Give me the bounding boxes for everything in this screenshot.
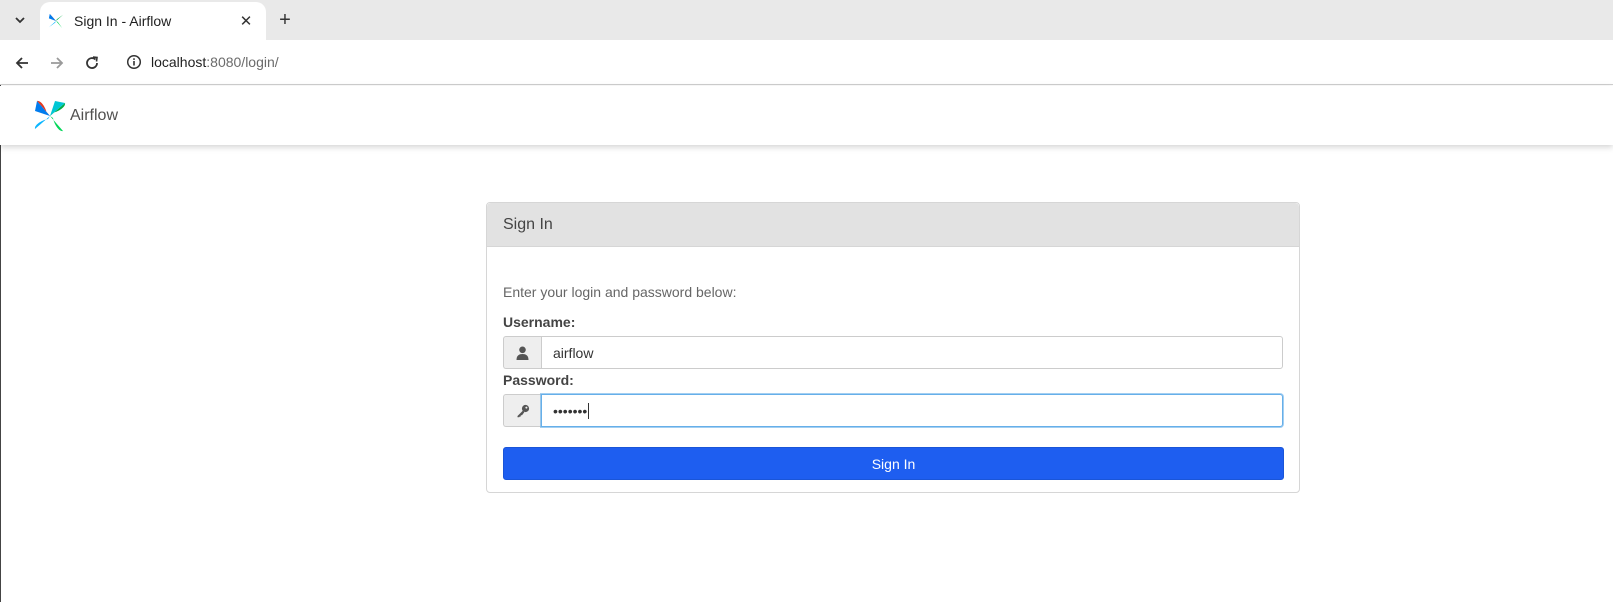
back-button[interactable] (10, 51, 34, 75)
site-info-button[interactable] (117, 54, 151, 70)
browser-toolbar: localhost:8080/login/ (0, 40, 1613, 85)
new-tab-button[interactable]: + (274, 9, 296, 31)
airflow-favicon-icon (48, 13, 64, 29)
text-caret (588, 402, 590, 419)
username-input[interactable]: airflow (541, 336, 1283, 369)
panel-title: Sign In (487, 203, 1299, 247)
sign-in-button[interactable]: Sign In (503, 447, 1284, 480)
key-icon (517, 404, 529, 417)
brand-name: Airflow (70, 106, 119, 124)
forward-button[interactable] (45, 51, 69, 75)
username-addon (503, 336, 541, 369)
url-path: :8080/login/ (206, 54, 279, 70)
password-label: Password: (503, 372, 574, 388)
login-form: Enter your login and password below: Use… (487, 284, 1299, 480)
chevron-down-icon (15, 17, 25, 24)
tab-title: Sign In - Airflow (74, 13, 172, 29)
arrow-right-icon (51, 57, 64, 69)
address-bar[interactable]: localhost:8080/login/ (117, 45, 1613, 79)
password-input[interactable]: ••••••• (541, 394, 1283, 427)
reload-button[interactable] (80, 51, 104, 75)
arrow-left-icon (15, 57, 28, 69)
username-group: airflow (503, 336, 1283, 369)
reload-icon (86, 56, 98, 69)
browser-tabstrip: Sign In - Airflow ✕ + (0, 0, 1613, 40)
password-group: ••••••• (503, 394, 1283, 427)
browser-tab-active[interactable]: Sign In - Airflow ✕ (40, 2, 266, 40)
app-navbar: Airflow (0, 86, 1613, 145)
password-mask: ••••••• (553, 402, 588, 419)
airflow-logo-icon (34, 100, 66, 131)
url-host: localhost (151, 54, 207, 70)
login-panel: Sign In Enter your login and password be… (486, 202, 1300, 493)
info-icon (126, 54, 142, 70)
url-text: localhost:8080/login/ (151, 54, 279, 70)
brand-link[interactable]: Airflow (32, 98, 118, 134)
tab-close-icon[interactable]: ✕ (236, 12, 256, 30)
tab-list-button[interactable] (8, 8, 32, 32)
login-instructions: Enter your login and password below: (503, 284, 737, 300)
username-label: Username: (503, 314, 576, 330)
user-icon (516, 346, 529, 360)
password-addon (503, 394, 541, 427)
